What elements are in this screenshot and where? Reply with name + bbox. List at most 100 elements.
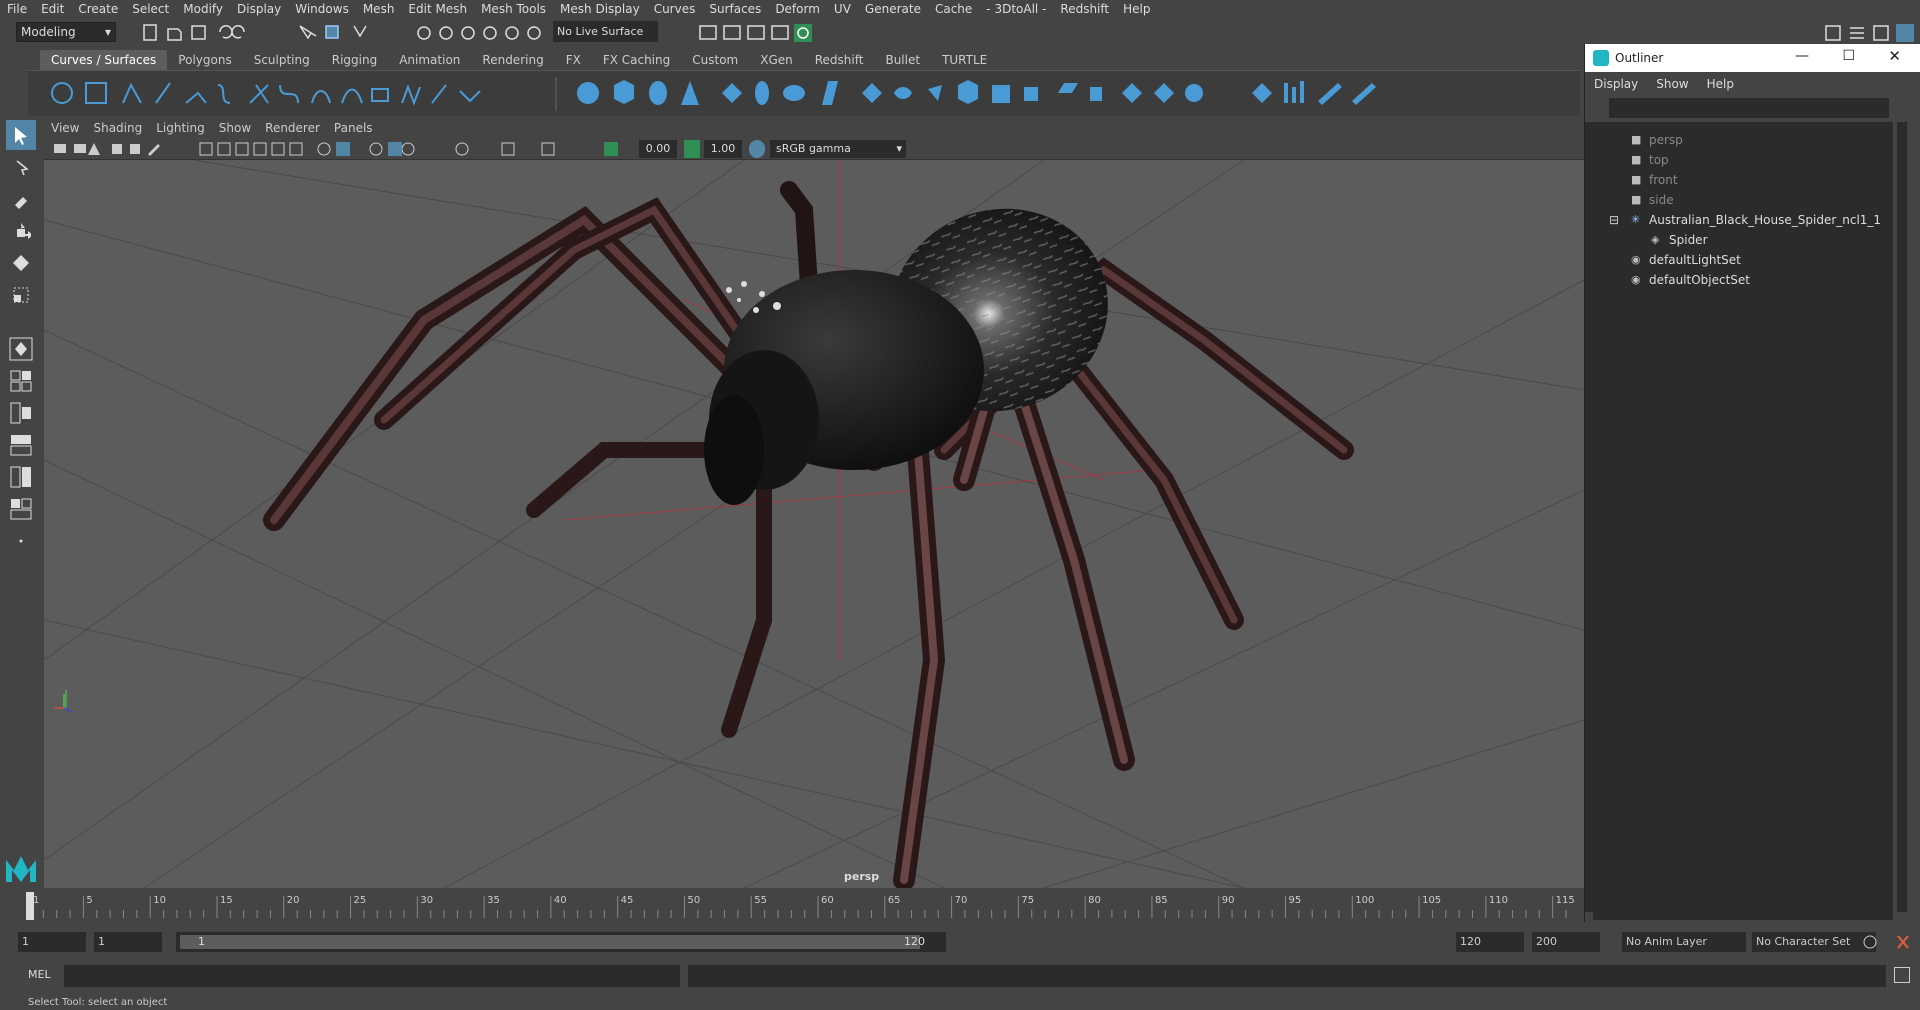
menu-mesh-tools[interactable]: Mesh Tools	[474, 0, 553, 18]
outliner-item[interactable]: ■ side	[1585, 190, 1885, 210]
menu-generate[interactable]: Generate	[858, 0, 928, 18]
live-surface-field[interactable]: No Live Surface	[553, 21, 658, 42]
gamma-field[interactable]: 1.00	[704, 140, 742, 158]
toolbox-more-icon[interactable]	[6, 526, 36, 556]
menu-cache[interactable]: Cache	[928, 0, 979, 18]
scale-tool-icon[interactable]	[6, 280, 36, 310]
menu-deform[interactable]: Deform	[768, 0, 827, 18]
outliner-item[interactable]: ◉ defaultObjectSet	[1585, 270, 1885, 290]
outliner-search-input[interactable]	[1609, 98, 1889, 118]
viewport-menu-shading[interactable]: Shading	[86, 118, 149, 138]
outliner-item[interactable]: ⊟ ✳ Australian_Black_House_Spider_ncl1_1	[1585, 210, 1885, 230]
end-frame-field[interactable]: 120	[1456, 932, 1524, 952]
character-set-dropdown[interactable]: No Character Set	[1752, 932, 1876, 952]
shelf-tab-redshift[interactable]: Redshift	[804, 50, 875, 70]
menu-edit[interactable]: Edit	[34, 0, 71, 18]
move-tool-icon[interactable]	[6, 216, 36, 246]
last-tool-icon[interactable]	[6, 334, 36, 364]
current-time-marker[interactable]	[26, 892, 34, 920]
outliner-item[interactable]: ◉ defaultLightSet	[1585, 250, 1885, 270]
command-input[interactable]	[64, 965, 680, 987]
viewport-persp[interactable]: persp	[44, 160, 1584, 888]
menu-curves[interactable]: Curves	[647, 0, 703, 18]
shelf-tab-sculpting[interactable]: Sculpting	[243, 50, 321, 70]
close-icon[interactable]: ✕	[1888, 47, 1901, 65]
viewport-menu-show[interactable]: Show	[212, 118, 258, 138]
menu-create[interactable]: Create	[71, 0, 125, 18]
shelf-tab-custom[interactable]: Custom	[681, 50, 749, 70]
current-frame-field[interactable]: 1	[94, 932, 162, 952]
menu-redshift[interactable]: Redshift	[1053, 0, 1116, 18]
outliner-menu-show[interactable]: Show	[1647, 72, 1697, 96]
shelf-tab-bullet[interactable]: Bullet	[874, 50, 931, 70]
paint-select-icon[interactable]	[6, 184, 36, 214]
outliner-scrollbar[interactable]	[1897, 122, 1907, 912]
range-slider-handle[interactable]	[180, 935, 920, 949]
menu-uv[interactable]: UV	[827, 0, 858, 18]
layout-two-icon[interactable]	[6, 430, 36, 460]
outliner-item[interactable]: ■ top	[1585, 150, 1885, 170]
outliner-menu-help[interactable]: Help	[1698, 72, 1743, 96]
layout-graph-icon[interactable]	[6, 494, 36, 524]
color-management-icon[interactable]	[749, 140, 765, 158]
max-frame-field[interactable]: 200	[1532, 932, 1600, 952]
outliner-search-row	[1585, 96, 1893, 120]
start-frame-field[interactable]: 1	[18, 932, 86, 952]
shelf-tab-polygons[interactable]: Polygons	[167, 50, 242, 70]
menu-windows[interactable]: Windows	[288, 0, 356, 18]
outliner-item[interactable]: ■ persp	[1585, 130, 1885, 150]
range-slider[interactable]: 1 120	[176, 932, 946, 952]
workspace-icons[interactable]	[1818, 22, 1918, 44]
shelf-tab-rendering[interactable]: Rendering	[471, 50, 554, 70]
viewport-toolbar-icons[interactable]	[52, 141, 692, 157]
anim-layer-dropdown[interactable]: No Anim Layer	[1622, 932, 1746, 952]
time-slider-ticks: 1 5 10 15 20 25 30 35 40 45 50 55 60 65 70 75 80 85 90 95 10…	[26, 892, 1575, 920]
rotate-tool-icon[interactable]	[6, 248, 36, 278]
menu-modify[interactable]: Modify	[176, 0, 230, 18]
script-editor-icon[interactable]	[1894, 967, 1910, 983]
exposure-field[interactable]: 0.00	[639, 140, 677, 158]
select-tool-icon[interactable]	[6, 120, 36, 150]
minimize-icon[interactable]: —	[1795, 48, 1809, 64]
shelf-tab-turtle[interactable]: TURTLE	[931, 50, 998, 70]
layout-single-icon[interactable]	[6, 366, 36, 396]
menu-3dtoall[interactable]: - 3DtoAll -	[979, 0, 1053, 18]
menu-edit-mesh[interactable]: Edit Mesh	[401, 0, 474, 18]
status-line-icons[interactable]	[140, 22, 560, 44]
shelf-tab-animation[interactable]: Animation	[388, 50, 471, 70]
viewport-menu-renderer[interactable]: Renderer	[258, 118, 327, 138]
anim-prefs-icons[interactable]	[1860, 932, 1920, 952]
viewport-menu-panels[interactable]: Panels	[327, 118, 380, 138]
gamma-toggle-icon[interactable]	[684, 140, 700, 158]
color-space-dropdown[interactable]: sRGB gamma ▾	[770, 140, 906, 158]
menu-mesh[interactable]: Mesh	[356, 0, 402, 18]
mode-dropdown[interactable]: Modeling ▾	[16, 22, 116, 42]
shelf-tab-fx[interactable]: FX	[555, 50, 592, 70]
outliner-hscrollbar[interactable]	[1593, 912, 1893, 920]
menu-select[interactable]: Select	[125, 0, 176, 18]
menu-help[interactable]: Help	[1116, 0, 1157, 18]
time-slider[interactable]: 1 5 10 15 20 25 30 35 40 45 50 55 60 65 70 75 80 85 90 95 10…	[24, 892, 1584, 922]
menu-file[interactable]: File	[0, 0, 34, 18]
viewport-menu-view[interactable]: View	[44, 118, 86, 138]
outliner-menu-display[interactable]: Display	[1585, 72, 1647, 96]
maximize-icon[interactable]: ☐	[1842, 48, 1855, 64]
collapse-toggle-icon[interactable]: ⊟	[1609, 210, 1619, 230]
cmd-language-label[interactable]: MEL	[28, 968, 51, 981]
lasso-tool-icon[interactable]	[6, 152, 36, 182]
shelf-tab-curves-surfaces[interactable]: Curves / Surfaces	[40, 50, 168, 70]
command-result	[688, 965, 1886, 987]
outliner-item[interactable]: ■ front	[1585, 170, 1885, 190]
render-icons[interactable]	[690, 22, 820, 44]
menu-mesh-display[interactable]: Mesh Display	[553, 0, 647, 18]
shelf-tab-fx-caching[interactable]: FX Caching	[592, 50, 681, 70]
viewport-menu-lighting[interactable]: Lighting	[149, 118, 212, 138]
layout-four-icon[interactable]	[6, 398, 36, 428]
menu-display[interactable]: Display	[230, 0, 288, 18]
layout-outliner-icon[interactable]	[6, 462, 36, 492]
outliner-item[interactable]: ◈ Spider	[1585, 230, 1885, 250]
menu-surfaces[interactable]: Surfaces	[702, 0, 768, 18]
shelf-tab-rigging[interactable]: Rigging	[321, 50, 388, 70]
shelf-tool-icons[interactable]	[28, 71, 1580, 117]
shelf-tab-xgen[interactable]: XGen	[749, 50, 804, 70]
